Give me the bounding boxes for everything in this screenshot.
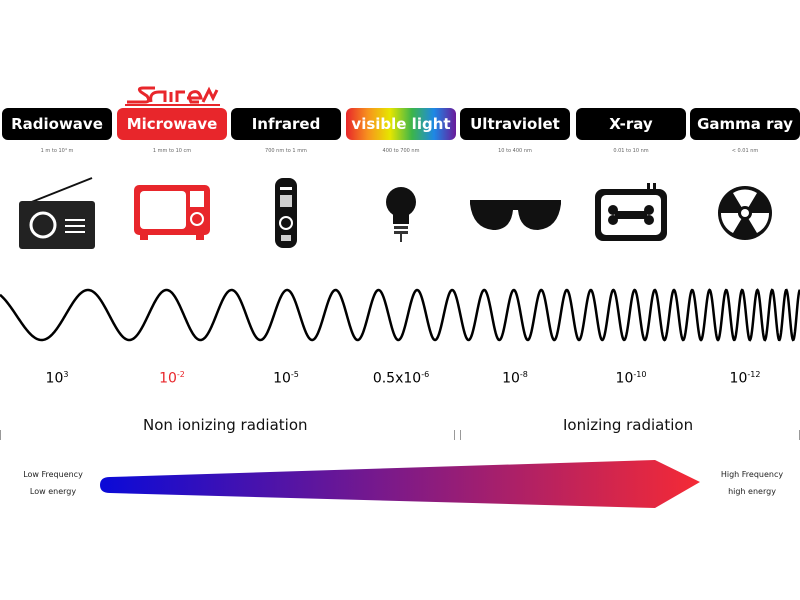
band-range: 1 m to 10⁴ m xyxy=(40,148,74,154)
wavelength-exponent: 3 xyxy=(63,370,69,379)
wavelength-exponent: -6 xyxy=(421,370,430,379)
wavelength-base: 10 xyxy=(502,370,520,387)
radiation-icon xyxy=(690,170,800,255)
wavelength-exponent: -2 xyxy=(176,370,185,379)
wavelength-exponent: -5 xyxy=(290,370,299,379)
band-name: Infrared xyxy=(251,115,321,133)
band-label-3: visible light xyxy=(346,108,456,140)
wavelength-base: 10 xyxy=(159,370,177,387)
band-label-6: Gamma ray xyxy=(690,108,800,140)
band-name: Microwave xyxy=(126,115,218,133)
non-ionizing-label: Non ionizing radiation xyxy=(143,416,308,434)
wavelength-base: 10 xyxy=(273,370,291,387)
energy-arrow xyxy=(100,460,700,508)
band-range: 400 to 700 nm xyxy=(382,148,420,154)
band-wavelength: 10-12 xyxy=(690,370,800,387)
low-frequency-label: Low Frequency xyxy=(23,470,83,479)
divider-tick xyxy=(454,430,455,440)
band-name: Ultraviolet xyxy=(470,115,560,133)
light-bulb-icon xyxy=(346,170,456,255)
wave-graphic xyxy=(0,288,800,342)
band-wavelength: 10-5 xyxy=(231,370,341,387)
electromagnetic-wave xyxy=(0,288,800,342)
band-label-0: Radiowave xyxy=(2,108,112,140)
band-range: 0.01 to 10 nm xyxy=(613,148,649,154)
band-wavelength: 10-8 xyxy=(460,370,570,387)
band-range: 1 mm to 10 cm xyxy=(152,148,192,154)
sunglasses-icon xyxy=(460,170,570,255)
divider-tick xyxy=(460,430,461,440)
band-range: 10 to 400 nm xyxy=(498,148,532,154)
band-label-5: X-ray xyxy=(576,108,686,140)
band-range: < 0.01 nm xyxy=(731,148,759,154)
wavelength-base: 0.5x10 xyxy=(372,370,422,387)
radio-icon xyxy=(2,170,112,255)
wavelength-exponent: -8 xyxy=(519,370,528,379)
low-energy-label: Low energy xyxy=(29,487,77,496)
band-name: X-ray xyxy=(609,115,653,133)
band-wavelength: 103 xyxy=(2,370,112,387)
xray-bone-icon xyxy=(576,170,686,255)
band-wavelength: 10-2 xyxy=(117,370,227,387)
wavelength-base: 10 xyxy=(45,370,64,387)
sairem-logo xyxy=(125,86,220,106)
spectrum-diagram: Radiowave 1 m to 10⁴ m 103 Microwave 1 mm… xyxy=(0,0,800,600)
wavelength-exponent: -10 xyxy=(633,370,647,379)
band-name: Gamma ray xyxy=(697,115,793,133)
band-label-2: Infrared xyxy=(231,108,341,140)
wavelength-base: 10 xyxy=(729,370,748,387)
wavelength-exponent: -12 xyxy=(747,370,761,379)
high-frequency-label: High Frequency xyxy=(720,470,784,479)
ionizing-label: Ionizing radiation xyxy=(563,416,694,434)
remote-control-icon xyxy=(231,170,341,255)
band-label-1: Microwave xyxy=(117,108,227,140)
high-energy-label: high energy xyxy=(728,487,776,496)
band-range: 700 nm to 1 mm xyxy=(265,148,307,154)
band-name: Radiowave xyxy=(11,115,103,133)
band-wavelength: 10-10 xyxy=(576,370,686,387)
divider-tick xyxy=(0,430,1,440)
wavelength-base: 10 xyxy=(615,370,634,387)
band-wavelength: 0.5x10-6 xyxy=(346,370,456,387)
band-name: visible light xyxy=(351,115,451,133)
microwave-oven-icon xyxy=(117,170,227,255)
band-label-4: Ultraviolet xyxy=(460,108,570,140)
